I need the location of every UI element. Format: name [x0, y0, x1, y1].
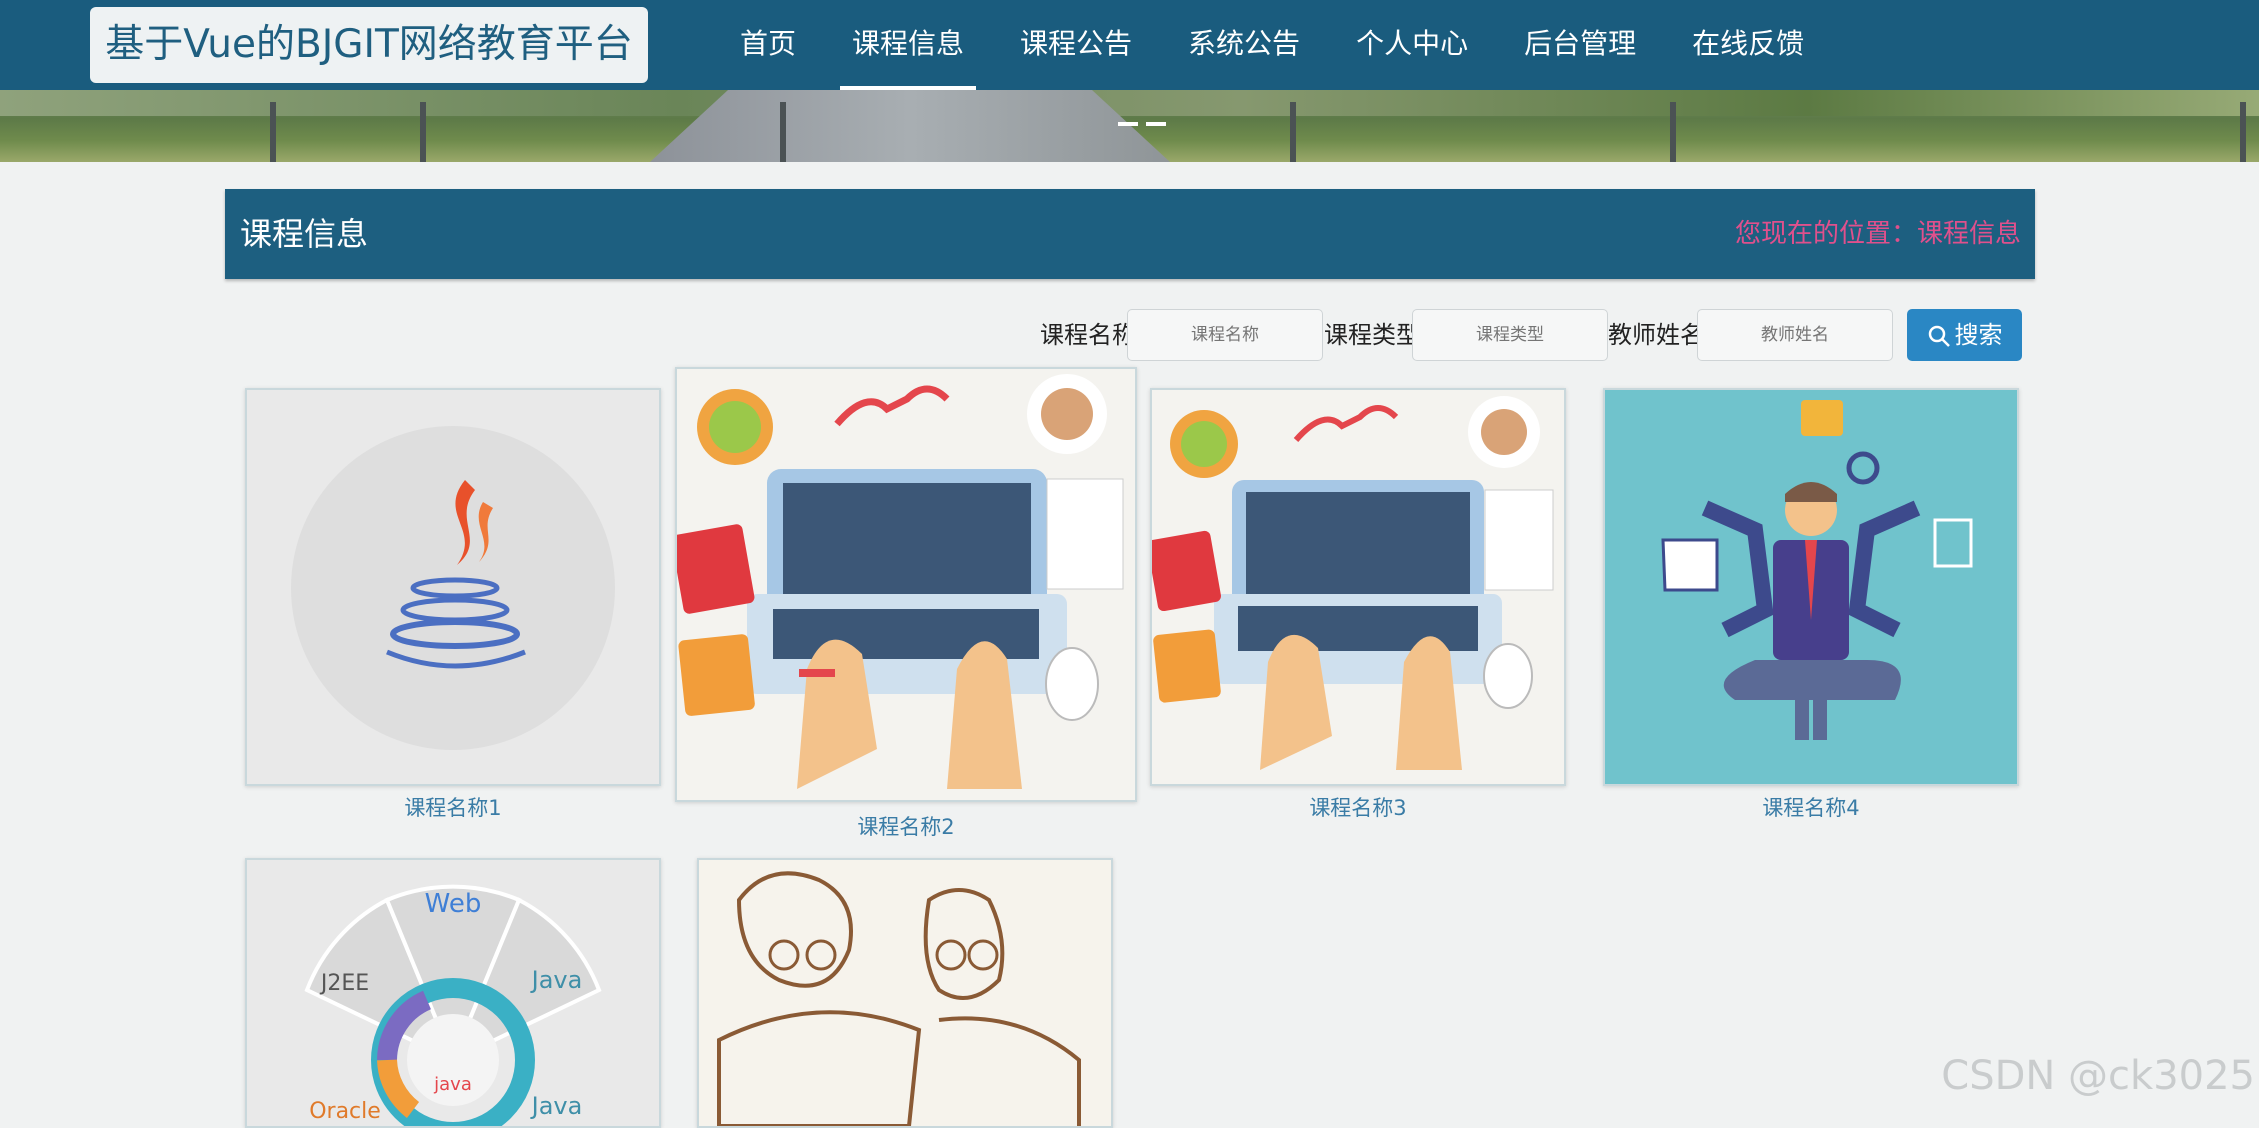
wheel-label: java [433, 1074, 472, 1095]
wheel-label: Java [530, 966, 583, 994]
nav-course-info[interactable]: 课程信息 [824, 0, 992, 90]
banner-carousel [0, 90, 2259, 162]
section-title-bar: 课程信息 您现在的位置：课程信息 [225, 189, 2035, 279]
carousel-dot[interactable] [1146, 122, 1166, 126]
top-navbar: 基于Vue的BJGIT网络教育平台 首页 课程信息 课程公告 系统公告 个人中心… [0, 0, 2259, 90]
course-card[interactable]: 课程名称2 [675, 367, 1137, 842]
course-card[interactable] [697, 858, 1113, 1128]
breadcrumb: 您现在的位置：课程信息 [1734, 219, 2021, 249]
course-name[interactable]: 课程名称3 [1150, 792, 1566, 822]
wheel-label: Web [425, 889, 482, 919]
banner-fence-post [2240, 102, 2246, 162]
page-title: 课程信息 [240, 215, 369, 253]
course-name-input[interactable] [1127, 309, 1323, 361]
course-name[interactable]: 课程名称1 [245, 792, 661, 822]
nav-system-announcements[interactable]: 系统公告 [1160, 0, 1328, 90]
teacher-name-input[interactable] [1697, 309, 1893, 361]
multitasking-man-illustration [1605, 390, 2017, 784]
wheel-label: Java [530, 1092, 583, 1120]
banner-path [650, 90, 1170, 162]
course-image-laptop [675, 367, 1137, 802]
course-name[interactable]: 课程名称2 [675, 811, 1137, 841]
course-type-input[interactable] [1412, 309, 1608, 361]
banner-fence-post [1290, 102, 1296, 162]
course-name-label: 课程名称 [1040, 321, 1136, 349]
nav-course-announcements[interactable]: 课程公告 [992, 0, 1160, 90]
sketch-people-illustration [699, 860, 1111, 1126]
course-image-java-wheel: Web J2EE Java Oracle Java java [245, 858, 661, 1128]
course-card[interactable]: 课程名称3 [1150, 388, 1566, 820]
site-logo[interactable]: 基于Vue的BJGIT网络教育平台 [90, 7, 648, 83]
banner-background [0, 90, 2259, 116]
banner-fence-post [420, 102, 426, 162]
nav-home[interactable]: 首页 [712, 0, 824, 90]
course-image-multitasking [1603, 388, 2019, 786]
nav-personal-center[interactable]: 个人中心 [1328, 0, 1496, 90]
java-tech-wheel-illustration: Web J2EE Java Oracle Java java [247, 860, 659, 1126]
course-card[interactable]: 课程名称4 [1603, 388, 2019, 820]
course-image-sketch [697, 858, 1113, 1128]
course-card[interactable]: 课程名称1 [245, 388, 661, 820]
course-type-label: 课程类型 [1324, 321, 1420, 349]
wheel-label: J2EE [319, 971, 369, 996]
laptop-illustration [677, 369, 1135, 800]
course-image-laptop [1150, 388, 1566, 786]
course-image-java-logo [245, 388, 661, 786]
banner-fence-post [780, 102, 786, 162]
java-logo-icon [247, 390, 659, 784]
banner-fence-post [270, 102, 276, 162]
watermark: CSDN @ck3025 [1941, 1053, 2255, 1099]
search-button[interactable]: 搜索 [1907, 309, 2022, 361]
laptop-illustration [1152, 390, 1564, 784]
main-nav: 首页 课程信息 课程公告 系统公告 个人中心 后台管理 在线反馈 [712, 0, 1832, 90]
carousel-indicators [1118, 122, 1166, 126]
nav-feedback[interactable]: 在线反馈 [1664, 0, 1832, 90]
teacher-name-label: 教师姓名 [1608, 321, 1704, 349]
wheel-label: Oracle [309, 1099, 381, 1124]
course-name[interactable]: 课程名称4 [1603, 792, 2019, 822]
carousel-dot[interactable] [1118, 122, 1138, 126]
search-button-label: 搜索 [1954, 321, 2003, 349]
banner-fence-post [1670, 102, 1676, 162]
search-icon [1928, 325, 1950, 347]
nav-admin[interactable]: 后台管理 [1496, 0, 1664, 90]
course-card[interactable]: Web J2EE Java Oracle Java java [245, 858, 661, 1128]
